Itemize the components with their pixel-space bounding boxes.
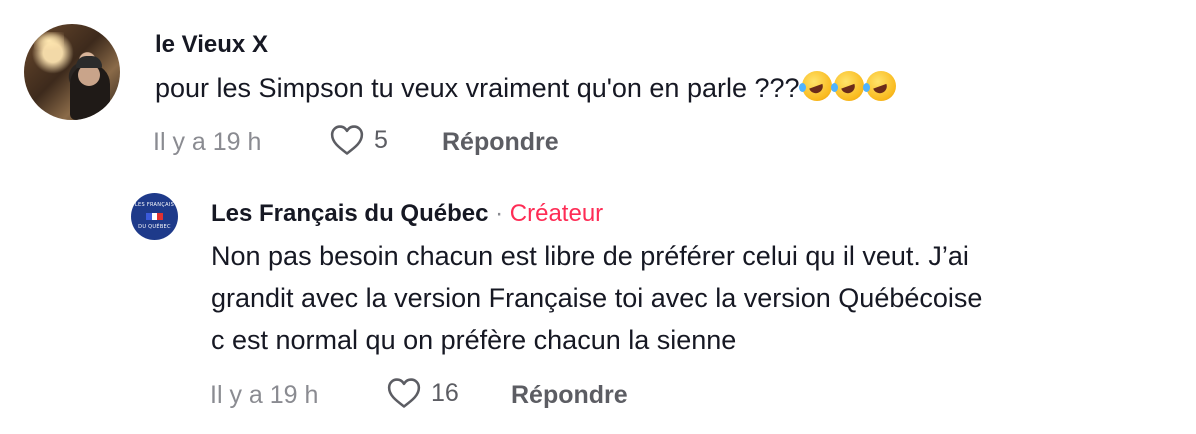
rolling-on-floor-laughing-emoji-icon [862, 71, 896, 101]
reply-text-line-2: grandit avec la version Française toi av… [211, 283, 983, 313]
comment-timestamp: Il y a 19 h [153, 128, 262, 156]
reply-button[interactable]: Répondre [442, 128, 559, 157]
french-flag-icon [146, 213, 164, 220]
like-button[interactable]: 5 [330, 124, 388, 156]
reply-text-line-3: c est normal qu on préfère chacun la sie… [211, 325, 737, 355]
creator-logo-top-text: LES FRANÇAIS [134, 202, 175, 208]
creator-badge: Créateur [509, 200, 604, 227]
comment-text-content: pour les Simpson tu veux vraiment qu'on … [155, 73, 800, 103]
heart-outline-icon [387, 378, 421, 408]
avatar-photo-cap [76, 56, 102, 68]
reply-text-line-1: Non pas besoin chacun est libre de préfé… [211, 241, 969, 271]
like-button[interactable]: 16 [387, 377, 459, 409]
separator-dot: · [495, 200, 504, 227]
comment-username[interactable]: le Vieux X [155, 31, 268, 59]
reply-item: LES FRANÇAIS DU QUÉBEC Les Français du Q… [0, 175, 1196, 434]
creator-avatar[interactable]: LES FRANÇAIS DU QUÉBEC [131, 193, 178, 240]
comment-item: le Vieux X pour les Simpson tu veux vrai… [0, 0, 1196, 175]
creator-logo-bottom-text: DU QUÉBEC [138, 224, 171, 230]
reply-username[interactable]: Les Français du Québec [211, 200, 488, 227]
heart-outline-icon [330, 125, 364, 155]
comment-text: pour les Simpson tu veux vraiment qu'on … [155, 67, 896, 109]
reply-header: Les Français du Québec · Créateur [211, 200, 603, 228]
rolling-on-floor-laughing-emoji-icon [830, 71, 864, 101]
rolling-on-floor-laughing-emoji-icon [798, 71, 832, 101]
like-count: 16 [431, 378, 459, 407]
like-count: 5 [374, 125, 388, 154]
avatar-photo-lamp [34, 32, 64, 50]
reply-timestamp: Il y a 19 h [210, 381, 319, 409]
avatar[interactable] [24, 24, 120, 120]
reply-button[interactable]: Répondre [511, 381, 628, 410]
